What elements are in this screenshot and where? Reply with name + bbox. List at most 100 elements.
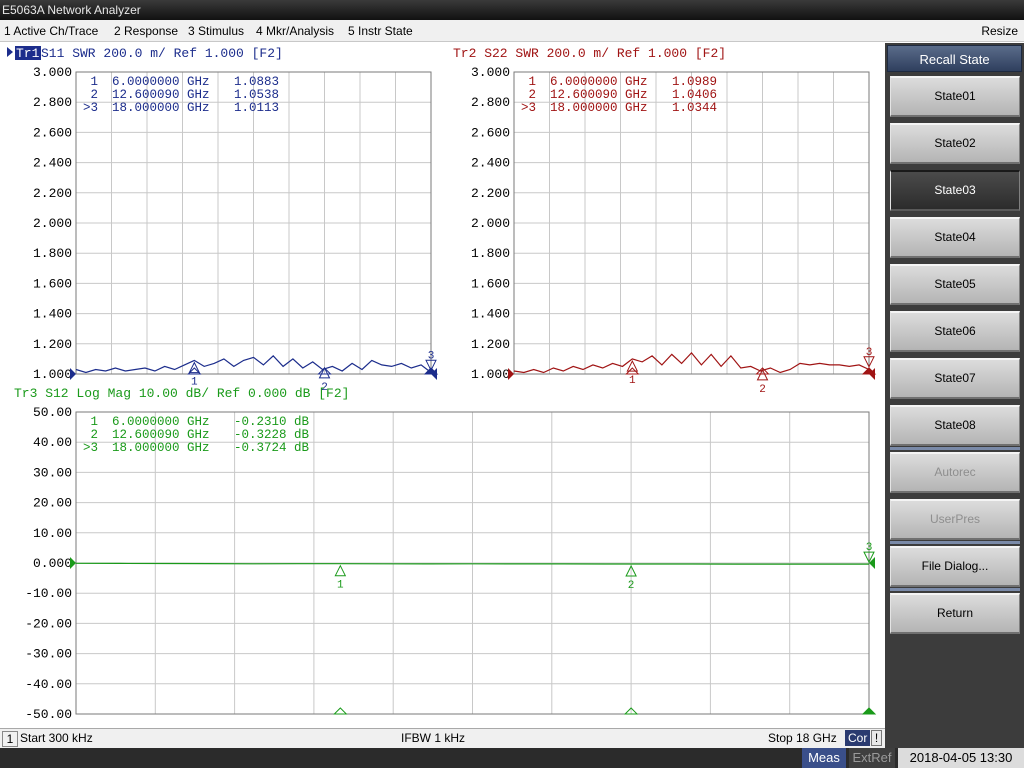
marker-label: 1 [337,580,344,592]
y-tick-label: 40.00 [33,435,72,450]
y-tick-label: 1.800 [33,246,72,261]
y-tick-label: 2.600 [471,125,510,140]
marker-label: 1 [629,375,636,387]
channel-number[interactable]: 1 [2,731,18,747]
marker-value: 1.0113 [234,101,279,115]
state01-button[interactable]: State01 [890,76,1020,117]
y-tick-label: 50.00 [33,405,72,420]
softkey-menu-title: Recall State [887,45,1022,72]
marker-frequency: 18.000000 GHz [112,441,210,455]
plot-area: 3.000 2.800 2.600 2.400 2.200 2.000 1.800 1.600… [0,43,885,728]
active-trace-icon [7,47,13,57]
y-tick-label: 0.000 [33,556,72,571]
window-title-bar: E5063A Network Analyzer [0,0,1024,20]
state08-button[interactable]: State08 [890,405,1020,446]
y-tick-label: 2.200 [33,186,72,201]
channel-status-bar: 1 Start 300 kHz IFBW 1 kHz Stop 18 GHz C… [0,728,885,748]
menu-bar: 1 Active Ch/Trace 2 Response 3 Stimulus … [0,20,1024,42]
y-tick-label: 1.000 [471,367,510,382]
marker-label: 3 [866,347,873,359]
marker-frequency: 12.600090 GHz [550,88,648,102]
y-tick-label: 1.400 [33,307,72,322]
y-tick-label: 30.00 [33,465,72,480]
y-tick-label: 1.200 [471,337,510,352]
y-tick-label: 1.000 [33,367,72,382]
menu-instr-state[interactable]: 5 Instr State [348,20,413,42]
marker-value: 1.0406 [672,88,717,102]
state03-button[interactable]: State03 [890,170,1020,211]
marker-index: >3 [521,101,536,115]
marker-value: -0.3724 dB [234,441,310,455]
y-tick-label: 1.600 [471,276,510,291]
marker-triangle-icon [626,359,639,372]
y-tick-label: 10.00 [33,526,72,541]
correction-indicator: Cor [845,730,871,746]
start-frequency[interactable]: Start 300 kHz [20,729,93,747]
y-tick-label: -10.00 [25,586,72,601]
y-tick-label: 2.400 [33,156,72,171]
marker-frequency: 18.000000 GHz [550,101,648,115]
extref-indicator: ExtRef [849,748,895,768]
menu-response[interactable]: 2 Response [114,20,178,42]
reference-left-icon [70,368,76,380]
marker-label: 3 [866,542,873,554]
marker-value: 1.0344 [672,101,717,115]
marker-value: 1.0538 [234,88,279,102]
meas-indicator: Meas [802,748,846,768]
y-tick-label: 2.800 [471,95,510,110]
marker-label: 2 [759,384,766,396]
marker-index: 1 [90,415,98,429]
y-tick-label: 3.000 [471,65,510,80]
marker-position-icon [861,707,877,715]
window-title: E5063A Network Analyzer [2,3,141,17]
autorec-button[interactable]: Autorec [890,452,1020,493]
y-tick-label: 1.400 [471,307,510,322]
trace-badge: Tr1 [16,46,40,61]
date-time: 2018-04-05 13:30 [898,748,1024,768]
resize-button[interactable]: Resize [981,20,1018,42]
marker-frequency: 6.0000000 GHz [550,75,648,89]
softkey-separator [890,588,1020,591]
state04-button[interactable]: State04 [890,217,1020,258]
menu-mkr-analysis[interactable]: 4 Mkr/Analysis [256,20,334,42]
marker-frequency: 18.000000 GHz [112,101,210,115]
trace-label: Tr2 S22 SWR 200.0 m/ Ref 1.000 [F2] [453,46,726,61]
userpres-button[interactable]: UserPres [890,499,1020,540]
marker-frequency: 12.600090 GHz [112,428,210,442]
menu-stimulus[interactable]: 3 Stimulus [188,20,244,42]
marker-triangle-icon [334,564,347,577]
state05-button[interactable]: State05 [890,264,1020,305]
state07-button[interactable]: State07 [890,358,1020,399]
y-tick-label: 2.600 [33,125,72,140]
y-tick-label: -40.00 [25,677,72,692]
softkey-panel: Recall State State01 State02 State03 Sta… [885,43,1024,748]
y-tick-label: -30.00 [25,647,72,662]
marker-index: >3 [83,441,98,455]
marker-position-icon [333,707,348,715]
y-tick-label: 3.000 [33,65,72,80]
y-tick-label: 2.000 [471,216,510,231]
marker-index: 2 [90,88,98,102]
return-button[interactable]: Return [890,593,1020,634]
menu-active-ch-trace[interactable]: 1 Active Ch/Trace [4,20,98,42]
state06-button[interactable]: State06 [890,311,1020,352]
softkey-separator [890,447,1020,450]
marker-frequency: 6.0000000 GHz [112,75,210,89]
trace-label: Tr3 S12 Log Mag 10.00 dB/ Ref 0.000 dB [… [14,386,349,401]
softkey-separator [890,541,1020,544]
file-dialog-button[interactable]: File Dialog... [890,546,1020,587]
marker-index: 2 [528,88,536,102]
y-tick-label: 2.000 [33,216,72,231]
marker-value: -0.2310 dB [234,415,310,429]
marker-index: 1 [90,75,98,89]
warning-indicator: ! [871,730,882,746]
y-tick-label: 2.800 [33,95,72,110]
state02-button[interactable]: State02 [890,123,1020,164]
marker-index: 2 [90,428,98,442]
reference-left-icon [70,557,76,569]
marker-index: >3 [83,101,98,115]
y-tick-label: 20.00 [33,496,72,511]
stop-frequency[interactable]: Stop 18 GHz [768,729,837,747]
ifbw-setting[interactable]: IFBW 1 kHz [401,729,465,747]
y-tick-label: 2.400 [471,156,510,171]
